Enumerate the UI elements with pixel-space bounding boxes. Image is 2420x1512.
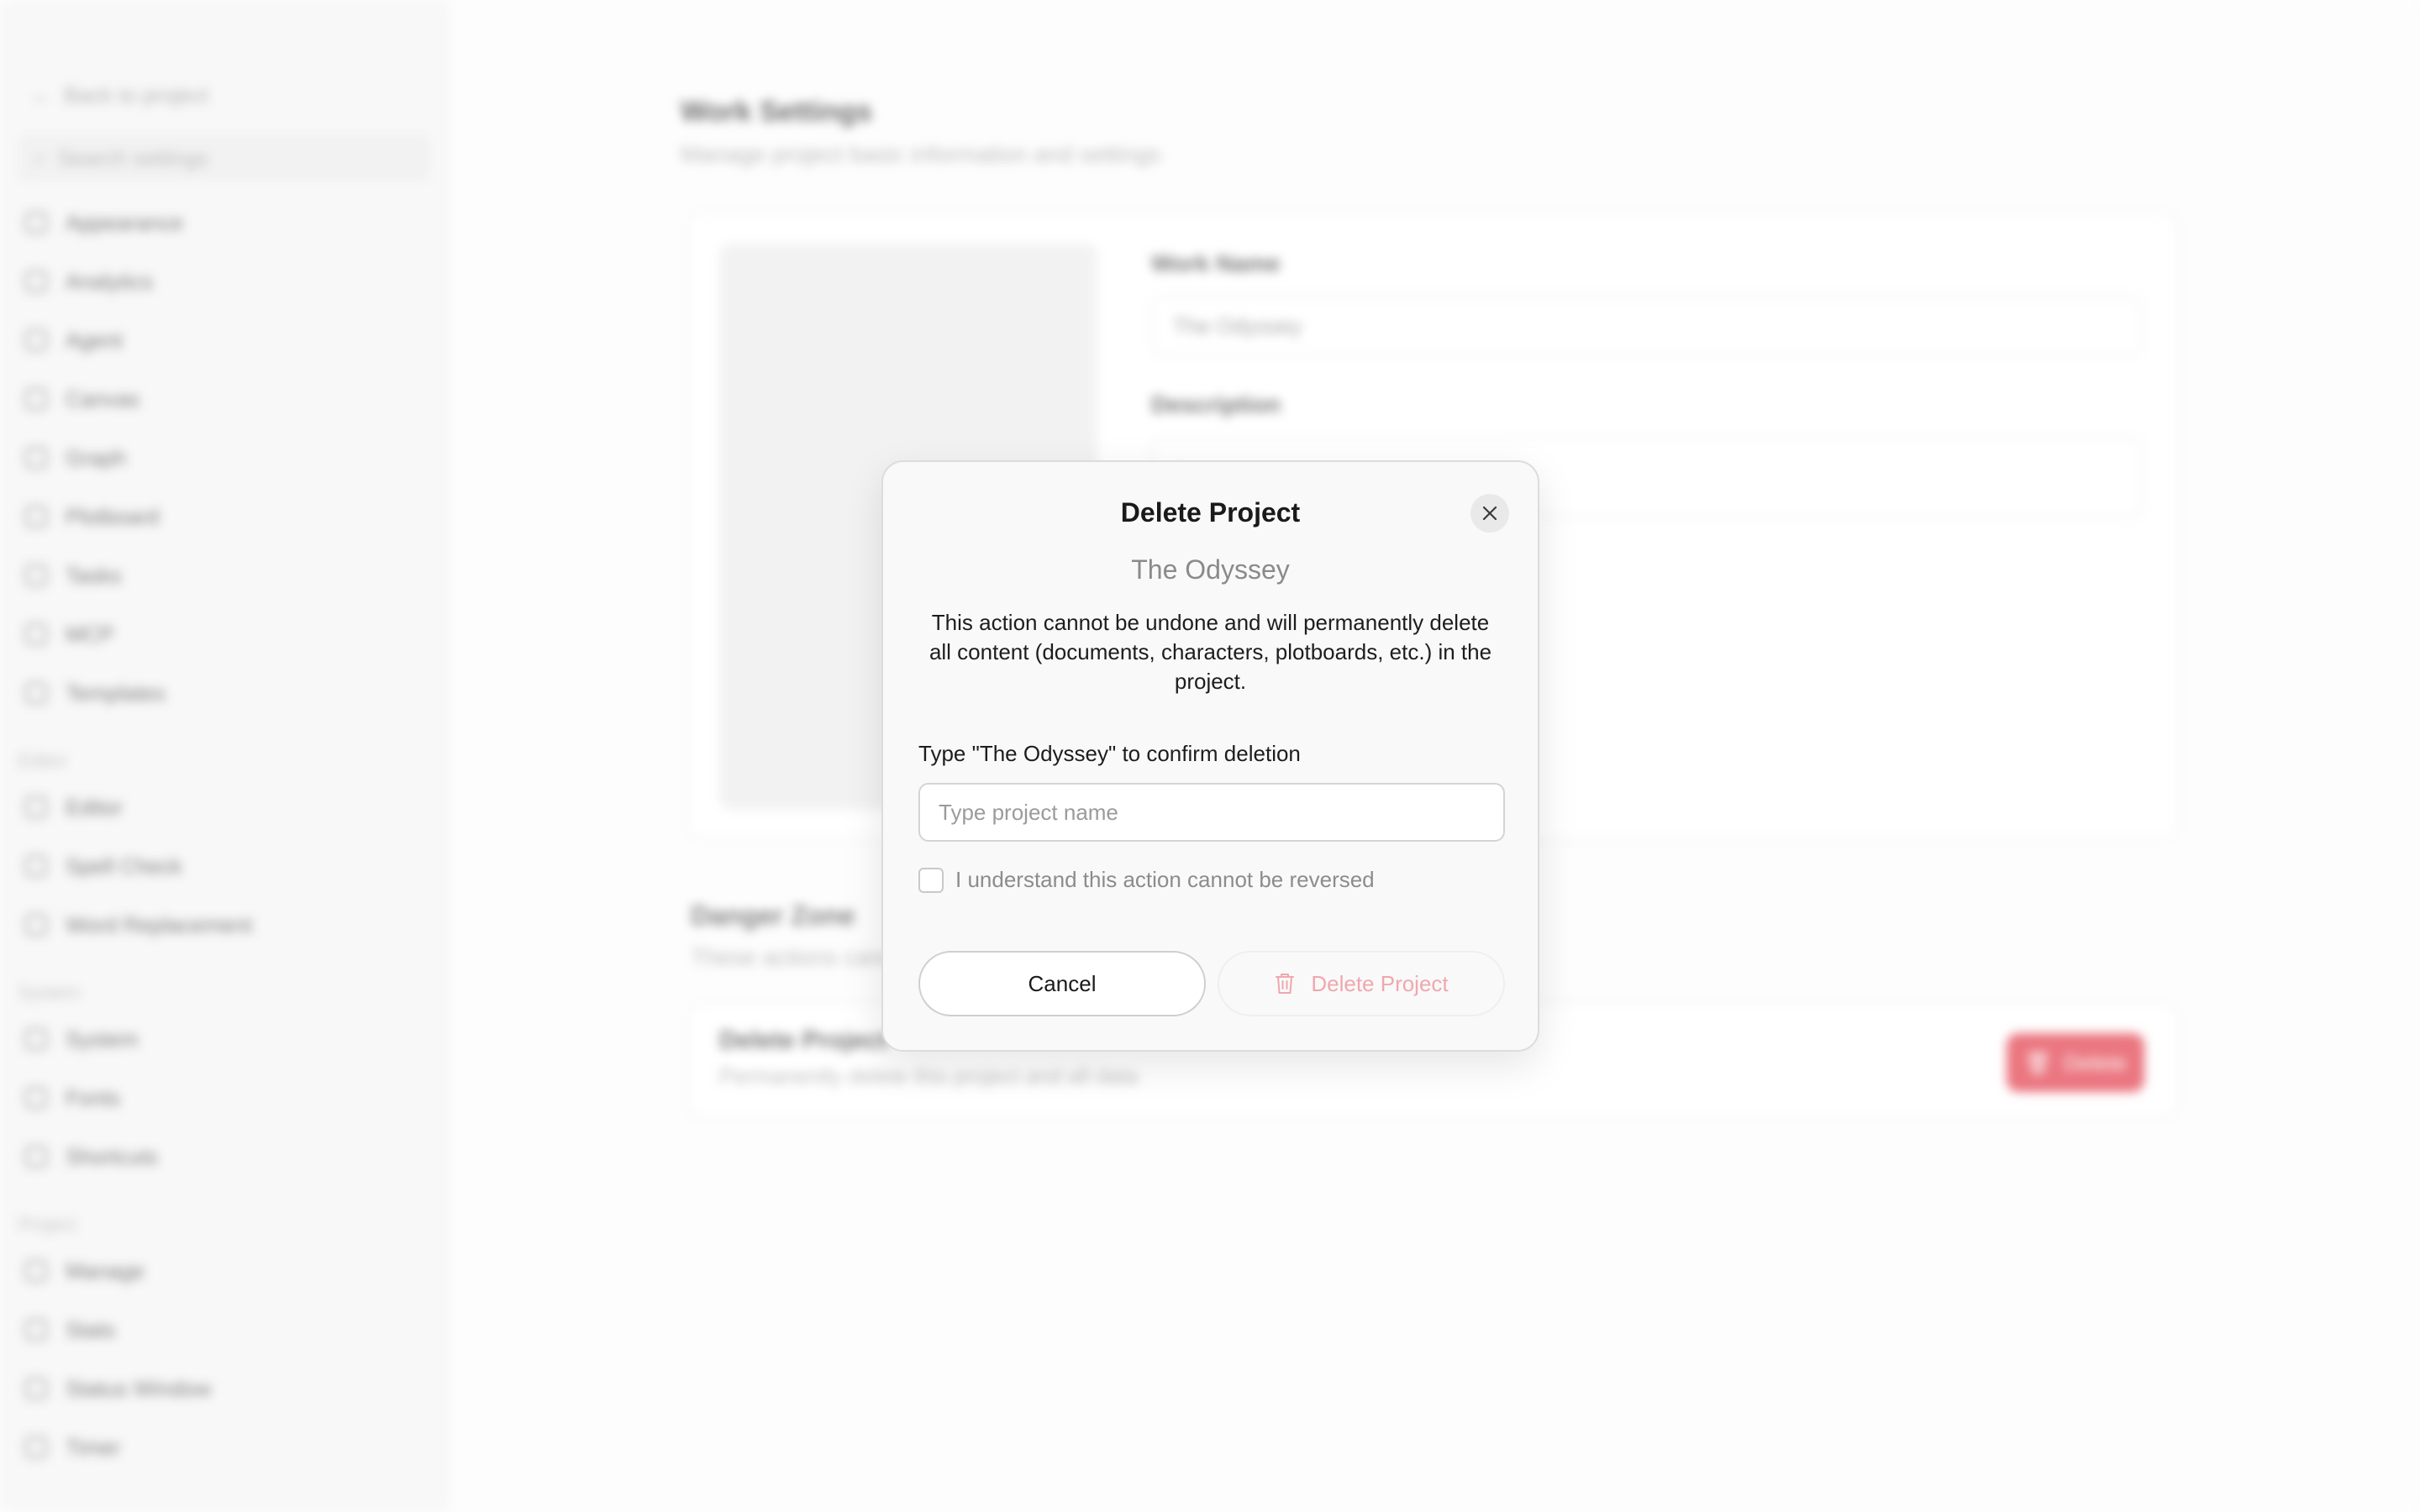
dialog-title: Delete Project [1120,497,1301,528]
close-icon [1482,506,1497,521]
delete-project-button[interactable]: Delete Project [1218,951,1505,1016]
delete-project-dialog: Delete Project The Odyssey This action c… [881,460,1539,1052]
delete-project-button-label: Delete Project [1311,970,1449,996]
acknowledge-checkbox-label: I understand this action cannot be rever… [955,867,1375,892]
confirm-instruction-label: Type "The Odyssey" to confirm deletion [918,741,1301,766]
close-button[interactable] [1470,494,1509,533]
dialog-warning-text: This action cannot be undone and will pe… [929,610,1492,694]
cancel-button[interactable]: Cancel [918,951,1206,1016]
dialog-project-name: The Odyssey [1131,554,1290,585]
acknowledge-checkbox-row[interactable]: I understand this action cannot be rever… [918,867,1375,893]
trash-icon [1276,974,1295,994]
project-name-confirm-input[interactable] [918,783,1505,842]
acknowledge-checkbox[interactable] [918,867,944,893]
